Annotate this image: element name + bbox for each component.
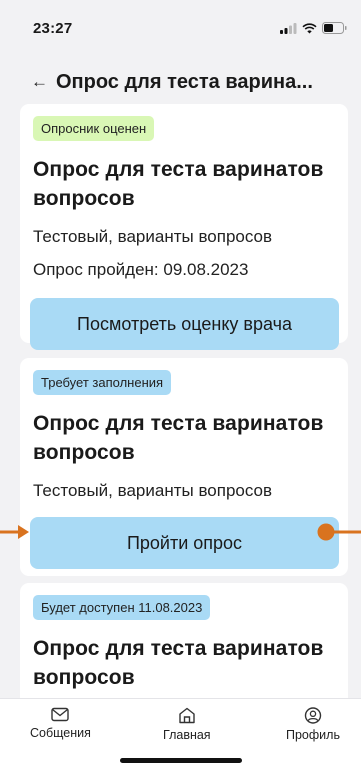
take-survey-button[interactable]: Пройти опрос	[30, 517, 339, 569]
tab-profile-label: Профиль	[286, 728, 340, 742]
status-badge: Опросник оценен	[33, 116, 155, 141]
tab-home[interactable]: Главная	[163, 707, 211, 742]
survey-title: Опрос для теста варинатов вопросов	[33, 158, 324, 210]
signal-icon	[280, 22, 297, 34]
status-time: 23:27	[33, 19, 73, 37]
survey-completed-date: Опрос пройден: 09.08.2023	[33, 260, 249, 279]
survey-card: Будет доступен 11.08.2023 Опрос для тест…	[20, 583, 348, 703]
status-badge: Требует заполнения	[33, 370, 172, 395]
survey-title: Опрос для теста варинатов вопросов	[33, 637, 324, 689]
survey-card: Требует заполнения Опрос для теста варин…	[20, 358, 348, 576]
view-doctor-rating-button[interactable]: Посмотреть оценку врача	[30, 298, 339, 350]
tab-home-label: Главная	[163, 728, 211, 742]
tab-profile[interactable]: Профиль	[286, 707, 340, 742]
home-icon	[179, 707, 195, 724]
page-title: Опрос для теста варина...	[56, 70, 313, 93]
back-arrow-icon[interactable]: ←	[31, 72, 48, 92]
annotation-arrow-icon	[0, 525, 29, 539]
survey-subtitle: Тестовый, варианты вопросов	[33, 227, 273, 246]
annotation-dot-icon	[317, 523, 361, 541]
status-badge: Будет доступен 11.08.2023	[33, 595, 211, 620]
status-bar: 23:27	[0, 0, 361, 56]
battery-icon	[322, 22, 347, 34]
header: ← Опрос для теста варина...	[0, 62, 361, 102]
status-icons	[280, 22, 347, 34]
home-indicator	[120, 758, 242, 763]
profile-icon	[304, 707, 322, 724]
survey-card: Опросник оценен Опрос для теста варинато…	[20, 104, 348, 350]
tab-messages-label: Собщения	[30, 726, 91, 740]
survey-subtitle: Тестовый, варианты вопросов	[33, 481, 273, 500]
mail-icon	[51, 707, 70, 722]
survey-title: Опрос для теста варинатов вопросов	[33, 412, 324, 464]
tab-messages[interactable]: Собщения	[30, 707, 91, 740]
wifi-icon	[302, 22, 317, 33]
